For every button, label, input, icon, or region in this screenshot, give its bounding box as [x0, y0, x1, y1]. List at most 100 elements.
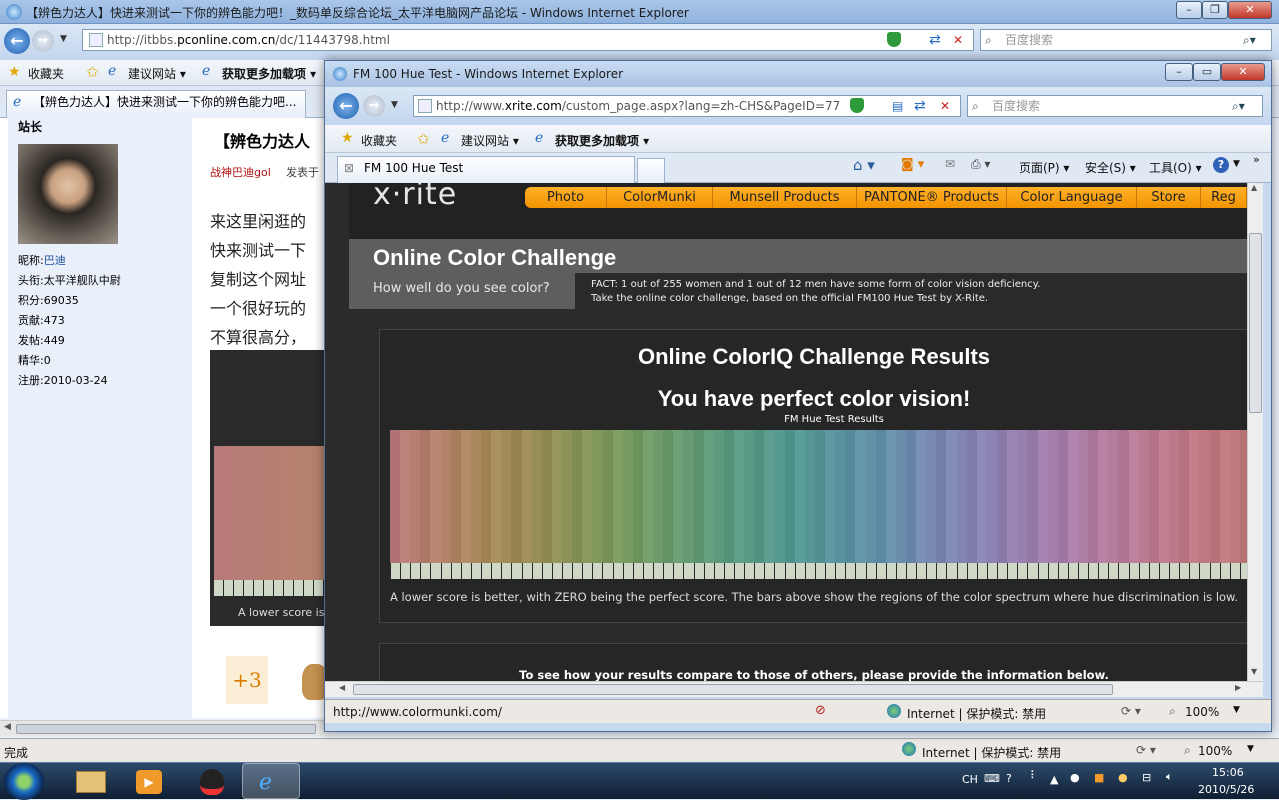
add-favorite-icon[interactable]: ✩ — [417, 130, 430, 148]
qq-taskbar-icon[interactable] — [184, 763, 242, 799]
user-tray-icon[interactable]: ● — [1118, 771, 1128, 784]
back-arrow-icon[interactable]: ← — [4, 28, 30, 54]
refresh-icon[interactable]: ⇄ — [914, 96, 926, 116]
avatar[interactable] — [18, 144, 118, 244]
page-menu[interactable]: 页面(P) ▾ — [1019, 159, 1069, 176]
help-icon[interactable]: ? — [1213, 157, 1229, 173]
zoom-level[interactable]: 100% — [1198, 744, 1232, 758]
maximize-button[interactable]: ❐ — [1202, 1, 1228, 19]
scroll-thumb[interactable] — [353, 684, 1113, 695]
back-active-tab[interactable]: ℯ 【辨色力达人】快进来测试一下你的辨色能力吧... — [6, 90, 306, 118]
favorites-button[interactable]: 收藏夹 — [361, 132, 397, 149]
language-indicator[interactable]: CH — [962, 773, 978, 786]
forward-arrow-icon[interactable]: → — [32, 30, 54, 52]
profile-field-value[interactable]: 巴迪 — [44, 254, 66, 267]
refresh-icon[interactable]: ⇄ — [929, 30, 941, 50]
favorites-button[interactable]: 收藏夹 — [28, 65, 64, 82]
hue-score-cell — [865, 563, 876, 579]
nav-menu-item[interactable]: Store — [1137, 187, 1201, 208]
explorer-taskbar-icon[interactable] — [62, 763, 120, 799]
scroll-left-icon[interactable]: ◀ — [4, 722, 11, 732]
keyboard-icon[interactable]: ⌨ — [984, 772, 1000, 785]
addons-button[interactable]: 获取更多加载项 ▾ — [555, 132, 649, 149]
hue-chart — [390, 430, 1247, 580]
nav-menu-item[interactable]: ColorMunki — [607, 187, 713, 208]
nav-menu-item[interactable]: Photo — [525, 187, 607, 208]
qq-tray-icon[interactable]: ● — [1070, 771, 1080, 784]
suggested-sites-button[interactable]: 建议网站 ▾ — [128, 65, 186, 82]
back-hscrollbar[interactable]: ◀ — [0, 720, 330, 736]
scroll-down-icon[interactable]: ▼ — [1251, 667, 1257, 676]
minimize-button[interactable]: – — [1165, 63, 1193, 81]
nav-menu-item[interactable]: Munsell Products — [713, 187, 857, 208]
hue-score-cell — [956, 563, 967, 579]
suggested-sites-button[interactable]: 建议网站 ▾ — [461, 132, 519, 149]
front-address-bar[interactable]: http://www.xrite.com/custom_page.aspx?la… — [413, 95, 961, 117]
post-author-link[interactable]: 战神巴迪gol — [210, 164, 271, 180]
volume-icon[interactable]: 🔈︎ — [1166, 770, 1173, 784]
compat-view-icon[interactable]: ▤ — [892, 96, 903, 116]
clock-time[interactable]: 15:06 — [1212, 766, 1244, 779]
ie-taskbar-icon[interactable]: ℯ — [242, 763, 300, 799]
scroll-thumb[interactable] — [16, 724, 316, 734]
minimize-button[interactable]: – — [1176, 1, 1202, 19]
hue-score-cell — [895, 563, 906, 579]
front-vscrollbar[interactable]: ▲ ▼ — [1247, 183, 1263, 681]
addons-button[interactable]: 获取更多加载项 ▾ — [222, 65, 316, 82]
scroll-thumb[interactable] — [1249, 233, 1262, 413]
front-window-titlebar[interactable]: FM 100 Hue Test - Windows Internet Explo… — [325, 61, 1271, 87]
stop-icon[interactable]: ✕ — [940, 96, 950, 116]
zoom-dropdown-icon[interactable]: ▼ — [1233, 705, 1240, 715]
ime-options-icon[interactable]: ⠇ — [1030, 769, 1038, 782]
back-search-box[interactable]: ⌕ 百度搜索 ⌕▾ — [980, 29, 1272, 51]
zoom-level[interactable]: 100% — [1185, 705, 1219, 719]
print-icon[interactable]: ⎙ ▾ — [971, 157, 990, 172]
scroll-up-icon[interactable]: ▲ — [1251, 183, 1257, 192]
zoom-dropdown-icon[interactable]: ▼ — [1247, 744, 1254, 754]
add-favorite-icon[interactable]: ✩ — [86, 63, 99, 81]
nav-menu-item[interactable]: Color Language — [1007, 187, 1137, 208]
forward-arrow-icon[interactable]: → — [363, 95, 385, 117]
feeds-icon[interactable]: ◙ ▾ — [901, 157, 924, 172]
mail-icon[interactable]: ✉ — [945, 157, 955, 171]
close-button[interactable]: ✕ — [1221, 63, 1265, 81]
blocked-icon[interactable]: ⊘ — [815, 703, 826, 718]
media-tray-icon[interactable]: ■ — [1094, 771, 1104, 784]
start-button[interactable] — [4, 763, 44, 800]
help-icon[interactable]: ? — [1006, 772, 1012, 785]
media-player-taskbar-icon[interactable]: ▶ — [122, 763, 180, 799]
back-arrow-icon[interactable]: ← — [333, 93, 359, 119]
new-tab-button[interactable] — [637, 158, 665, 183]
stop-icon[interactable]: ✕ — [953, 30, 963, 50]
front-search-box[interactable]: ⌕ 百度搜索 ⌕▾ — [967, 95, 1263, 117]
maximize-button[interactable]: ▭ — [1193, 63, 1221, 81]
front-active-tab[interactable]: ⊠ FM 100 Hue Test — [337, 156, 635, 183]
close-button[interactable]: ✕ — [1228, 1, 1272, 19]
scroll-left-icon[interactable]: ◀ — [339, 683, 345, 692]
help-dropdown-icon[interactable]: ▼ — [1233, 159, 1240, 169]
search-go-icon[interactable]: ⌕▾ — [1243, 30, 1256, 50]
plus-score-badge[interactable]: +3 — [226, 656, 268, 704]
hue-score-cell — [814, 563, 826, 579]
safety-menu[interactable]: 安全(S) ▾ — [1085, 159, 1136, 176]
front-hscrollbar[interactable]: ◀ ▶ — [325, 681, 1263, 697]
more-tools-icon[interactable]: » — [1253, 153, 1260, 166]
network-icon[interactable]: ⊟ — [1142, 771, 1151, 784]
nav-menu-item[interactable]: Reg — [1201, 187, 1247, 208]
search-go-icon[interactable]: ⌕▾ — [1232, 96, 1245, 116]
back-address-bar[interactable]: http://itbbs.pconline.com.cn/dc/11443798… — [82, 29, 974, 51]
show-hidden-icons[interactable]: ▲ — [1050, 773, 1058, 786]
hue-score-cell — [572, 563, 583, 579]
protected-mode-icon[interactable]: ⟳ ▾ — [1121, 704, 1141, 718]
hue-bar — [1229, 430, 1241, 563]
clock-date[interactable]: 2010/5/26 — [1198, 783, 1254, 796]
back-window-titlebar[interactable]: 【辨色力达人】快进来测试一下你的辨色能力吧！_数码单反综合论坛_太平洋电脑网产品… — [0, 0, 1279, 24]
protected-mode-icon[interactable]: ⟳ ▾ — [1136, 743, 1156, 757]
nav-menu-item[interactable]: PANTONE® Products — [857, 187, 1007, 208]
hue-bar — [723, 430, 735, 563]
chevron-down-icon[interactable]: ▼ — [391, 100, 398, 110]
tools-menu[interactable]: 工具(O) ▾ — [1149, 159, 1202, 176]
chevron-down-icon[interactable]: ▼ — [60, 34, 67, 44]
home-icon[interactable]: ⌂ ▾ — [853, 156, 875, 174]
scroll-right-icon[interactable]: ▶ — [1235, 683, 1241, 692]
